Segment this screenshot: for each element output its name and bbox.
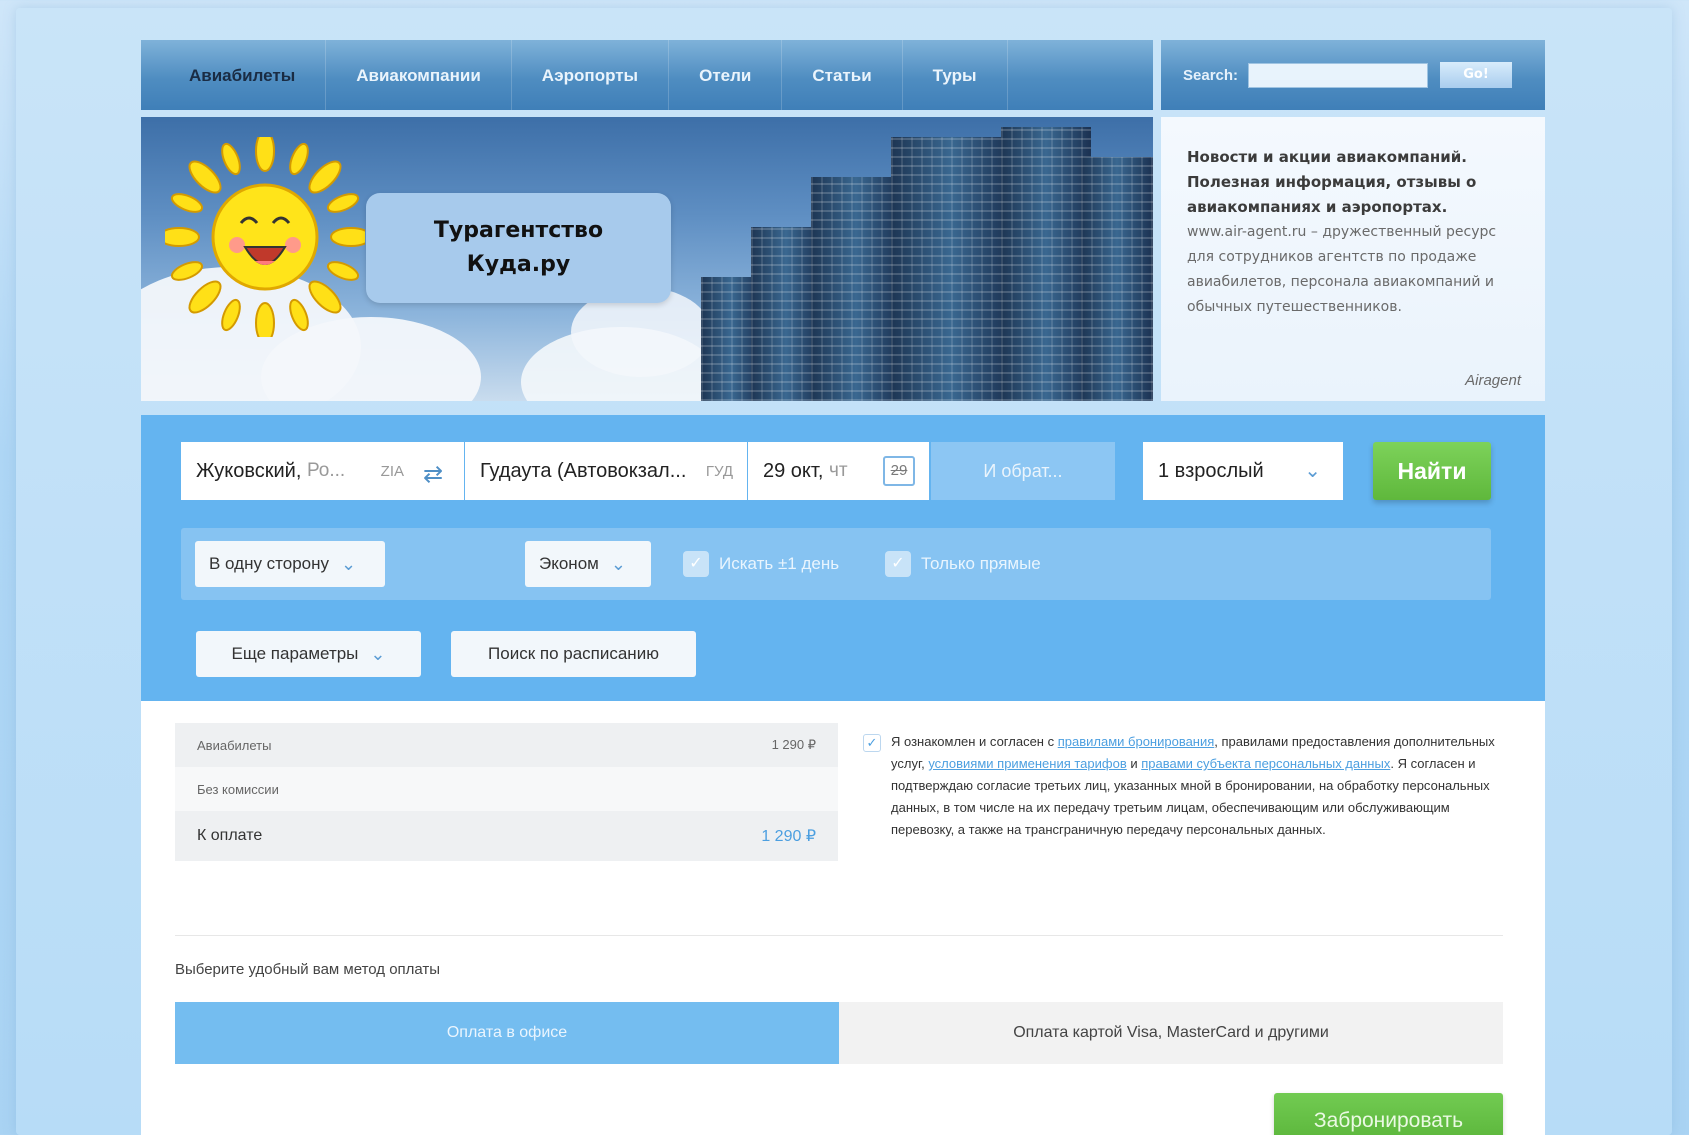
flex-day-label: Искать ±1 день xyxy=(719,554,840,573)
price-row: Авиабилеты 1 290 ₽ xyxy=(175,723,838,767)
date-value: 29 окт, xyxy=(763,459,824,482)
total-row: К оплате 1 290 ₽ xyxy=(175,811,838,861)
date-weekday: чт xyxy=(828,460,848,481)
personal-data-rights-link[interactable]: правами субъекта персональных данных xyxy=(1141,756,1390,771)
flight-search-form: Жуковский, Ро... ZIA ⇄ Гудаута (Автовокз… xyxy=(141,415,1545,701)
calendar-icon[interactable]: 29 xyxy=(883,456,915,486)
sun-mascot-icon xyxy=(165,137,365,337)
brand-label: Турагентство Куда.ру xyxy=(366,193,671,303)
price-row-label: Без комиссии xyxy=(197,781,279,797)
tab-pay-by-card[interactable]: Оплата картой Visa, MasterCard и другими xyxy=(839,1002,1503,1064)
building xyxy=(1001,127,1091,401)
return-date-field[interactable]: И обрат... xyxy=(931,442,1115,500)
checkbox-icon: ✓ xyxy=(683,551,709,577)
from-code: ZIA xyxy=(380,462,404,480)
nav-item-hotels[interactable]: Отели xyxy=(669,40,783,110)
price-row-value: 1 290 ₽ xyxy=(771,737,816,752)
passengers-value: 1 взрослый xyxy=(1158,460,1264,482)
news-panel: Новости и акции авиакомпаний. Полезная и… xyxy=(1161,117,1545,401)
news-signature: Airagent xyxy=(1465,372,1521,389)
direct-only-label: Только прямые xyxy=(921,554,1041,573)
price-row-label: Авиабилеты xyxy=(197,737,272,753)
swap-icon[interactable]: ⇄ xyxy=(423,460,443,489)
nav-item-airlines[interactable]: Авиакомпании xyxy=(326,40,512,110)
search-label: Search: xyxy=(1183,66,1239,84)
to-field[interactable]: Гудаута (Автовокзал... ГУД xyxy=(465,442,747,500)
booking-panel: Авиабилеты 1 290 ₽ Без комиссии К оплате… xyxy=(141,701,1545,1135)
direct-only-checkbox[interactable]: ✓ Только прямые xyxy=(885,551,1041,577)
total-value: 1 290 ₽ xyxy=(761,828,816,845)
search-options-row: В одну сторону ⌄ Эконом ⌄ ✓ Искать ±1 день… xyxy=(181,528,1491,600)
checkbox-icon: ✓ xyxy=(885,551,911,577)
trip-type-value: В одну сторону xyxy=(209,554,330,573)
building xyxy=(811,177,901,401)
nav-item-air-tickets[interactable]: Авиабилеты xyxy=(171,40,327,110)
cabin-class-value: Эконом xyxy=(539,554,599,573)
news-body: www.air-agent.ru – дружественный ресурс … xyxy=(1187,224,1497,315)
book-button[interactable]: Забронировать xyxy=(1274,1093,1503,1135)
price-row: Без комиссии xyxy=(175,767,838,811)
from-city: Жуковский, xyxy=(196,459,302,482)
more-params-button[interactable]: Еще параметры ⌄ xyxy=(196,631,421,677)
chevron-down-icon: ⌄ xyxy=(341,553,357,574)
search-go-button[interactable]: Go! xyxy=(1440,62,1513,88)
more-params-label: Еще параметры xyxy=(231,644,359,663)
site-search: Search: Go! xyxy=(1161,40,1545,110)
page-container: Авиабилеты Авиакомпании Аэропорты Отели … xyxy=(141,40,1545,1135)
tariff-terms-link[interactable]: условиями применения тарифов xyxy=(928,756,1126,771)
consent-text: и xyxy=(1126,756,1142,771)
tab-pay-in-office[interactable]: Оплата в офисе xyxy=(175,1002,839,1064)
nav-item-articles[interactable]: Статьи xyxy=(782,40,903,110)
cabin-class-select[interactable]: Эконом ⌄ xyxy=(525,541,651,587)
consent-checkbox[interactable]: ✓ xyxy=(863,734,881,752)
booking-rules-link[interactable]: правилами бронирования xyxy=(1058,734,1215,749)
news-headline: Новости и акции авиакомпаний. Полезная и… xyxy=(1187,148,1477,216)
from-city-rest: Ро... xyxy=(306,460,346,481)
payment-method-label: Выберите удобный вам метод оплаты xyxy=(175,961,441,978)
from-field[interactable]: Жуковский, Ро... ZIA ⇄ xyxy=(181,442,464,500)
nav-item-airports[interactable]: Аэропорты xyxy=(512,40,670,110)
schedule-search-button[interactable]: Поиск по расписанию xyxy=(451,631,696,677)
date-field[interactable]: 29 окт, чт 29 xyxy=(748,442,929,500)
building xyxy=(891,137,1011,401)
passengers-select[interactable]: 1 взрослый ⌄ xyxy=(1143,442,1343,500)
find-button[interactable]: Найти xyxy=(1373,442,1491,500)
chevron-down-icon: ⌄ xyxy=(370,643,386,664)
chevron-down-icon: ⌄ xyxy=(1304,460,1321,482)
brand-line-1: Турагентство xyxy=(433,218,604,243)
nav-item-tours[interactable]: Туры xyxy=(903,40,1008,110)
flex-day-checkbox[interactable]: ✓ Искать ±1 день xyxy=(683,551,839,577)
to-code: ГУД xyxy=(705,462,733,480)
chevron-down-icon: ⌄ xyxy=(610,553,626,574)
trip-type-select[interactable]: В одну сторону ⌄ xyxy=(195,541,385,587)
consent-block: ✓ Я ознакомлен и согласен с правилами бр… xyxy=(863,731,1503,841)
divider xyxy=(175,935,1503,936)
top-navigation: Авиабилеты Авиакомпании Аэропорты Отели … xyxy=(141,40,1153,110)
search-input[interactable] xyxy=(1248,62,1429,88)
hero-banner: Турагентство Куда.ру xyxy=(141,117,1153,401)
total-label: К оплате xyxy=(197,827,263,844)
price-summary: Авиабилеты 1 290 ₽ Без комиссии К оплате… xyxy=(175,723,838,861)
building xyxy=(1081,157,1153,401)
consent-text: Я ознакомлен и согласен с xyxy=(891,734,1058,749)
to-city: Гудаута (Автовокзал... xyxy=(480,459,687,482)
brand-line-2: Куда.ру xyxy=(466,252,571,277)
